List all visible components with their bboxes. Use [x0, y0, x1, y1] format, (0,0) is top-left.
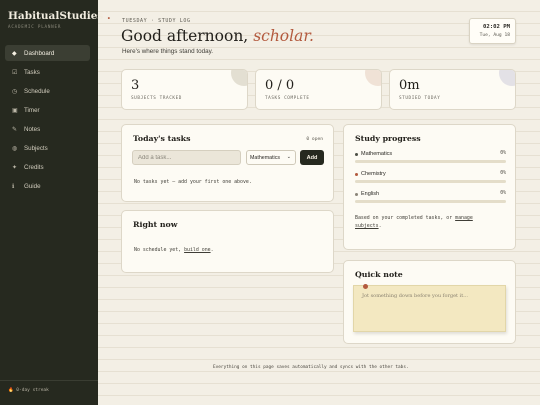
tasks-card-title: Today's tasks: [133, 134, 191, 143]
subject-select[interactable]: Mathematics ⌄: [246, 150, 296, 165]
progress-track: [355, 180, 506, 183]
tasks-empty-state: No tasks yet — add your first one above.: [134, 179, 252, 185]
subject-name: Mathematics: [361, 151, 393, 157]
stat-value: 3: [131, 78, 140, 93]
progress-subject: English: [355, 191, 379, 197]
sticky-note-input[interactable]: Jot something down before you forget it.…: [353, 284, 506, 332]
progress-percent: 0%: [500, 171, 506, 176]
sidebar-item-label: Timer: [24, 106, 40, 114]
manage-subjects-link-2[interactable]: subjects: [355, 223, 379, 229]
sidebar-item-label: Credits: [24, 163, 44, 171]
info-icon: ℹ: [12, 183, 15, 190]
progress-percent: 0%: [500, 151, 506, 156]
stat-card-subjects: 3 SUBJECTS TRACKED: [121, 69, 248, 110]
study-progress-title: Study progress: [355, 134, 421, 143]
sidebar-item-schedule[interactable]: ◷ Schedule: [5, 83, 90, 99]
sidebar-item-tasks[interactable]: ☑ Tasks: [5, 64, 90, 80]
sidebar: HabitualStudies . ACADEMIC PLANNER ◆ Dash…: [0, 0, 111, 405]
subject-color-dot: [355, 192, 358, 196]
sidebar-item-label: Guide: [24, 182, 41, 190]
sidebar-item-timer[interactable]: ▣ Timer: [5, 102, 90, 118]
brand-logo[interactable]: HabitualStudies .: [8, 10, 111, 22]
tasks-icon: ☑: [12, 69, 18, 76]
chevron-down-icon: ⌄: [286, 154, 291, 160]
brand-name: HabitualStudies: [8, 10, 104, 22]
progress-track: [355, 200, 506, 203]
tasks-card: Today's tasks 0 open Mathematics ⌄ Add N…: [121, 124, 334, 202]
sidebar-item-guide[interactable]: ℹ Guide: [5, 178, 90, 194]
subjects-icon: ◍: [12, 145, 18, 152]
star-icon: ✦: [12, 164, 18, 171]
manage-subjects-link[interactable]: manage: [455, 215, 473, 221]
pin-icon: [363, 284, 368, 289]
open-count: 0 open: [306, 137, 323, 142]
quick-note-title: Quick note: [355, 270, 403, 279]
sidebar-item-label: Tasks: [24, 68, 40, 76]
stat-card-studied: 0m STUDIED TODAY: [389, 69, 516, 110]
stat-value: 0m: [399, 78, 420, 93]
clock-time: 02:02 PM: [483, 24, 510, 30]
sticky-note-placeholder: Jot something down before you forget it.…: [362, 293, 469, 299]
sidebar-item-subjects[interactable]: ◍ Subjects: [5, 140, 90, 156]
subject-name: Chemistry: [361, 171, 386, 177]
right-now-card: Right now No schedule yet, build one.: [121, 210, 334, 273]
stat-card-tasks: 0 / 0 TASKS COMPLETE: [255, 69, 382, 110]
progress-subject: Chemistry: [355, 171, 386, 177]
clock-icon: ◷: [12, 88, 18, 95]
clock-widget: 02:02 PM Tue, Aug 18: [469, 18, 516, 44]
subject-name: English: [361, 191, 380, 197]
dashboard-icon: ◆: [12, 50, 17, 57]
progress-note-text: Based on your completed tasks, or: [355, 215, 453, 221]
stat-decoration: [365, 70, 381, 86]
sidebar-divider: [0, 380, 98, 381]
schedule-empty-state: No schedule yet, build one.: [134, 247, 214, 253]
stat-label: TASKS COMPLETE: [265, 96, 310, 101]
greeting-prefix: Good afternoon,: [121, 27, 249, 45]
progress-track: [355, 160, 506, 163]
task-input[interactable]: [132, 150, 241, 165]
stat-label: STUDIED TODAY: [399, 96, 441, 101]
streak-indicator: 🔥 0-day streak: [8, 388, 49, 393]
sidebar-item-label: Notes: [24, 125, 41, 133]
sidebar-item-notes[interactable]: ✎ Notes: [5, 121, 90, 137]
stat-value: 0 / 0: [265, 78, 295, 93]
quick-note-card: Quick note Jot something down before you…: [343, 260, 516, 344]
sidebar-item-label: Subjects: [24, 144, 48, 152]
progress-subject: Mathematics: [355, 151, 392, 157]
stat-label: SUBJECTS TRACKED: [131, 96, 182, 101]
timer-icon: ▣: [12, 107, 18, 114]
pencil-icon: ✎: [12, 126, 18, 133]
stat-decoration: [499, 70, 515, 86]
sidebar-item-credits[interactable]: ✦ Credits: [5, 159, 90, 175]
clock-date: Tue, Aug 18: [479, 33, 510, 38]
brand-dot: .: [106, 10, 111, 22]
sidebar-item-dashboard[interactable]: ◆ Dashboard: [5, 45, 90, 61]
autosave-note: Everything on this page saves automatica…: [213, 365, 409, 370]
schedule-empty-suffix: .: [210, 247, 214, 253]
progress-percent: 0%: [500, 191, 506, 196]
greeting-name: scholar.: [253, 27, 314, 45]
subject-select-value: Mathematics: [250, 154, 281, 161]
stat-decoration: [231, 70, 247, 86]
sidebar-nav: ◆ Dashboard ☑ Tasks ◷ Schedule ▣ Timer ✎ Notes ◍ Su…: [5, 45, 90, 197]
sidebar-item-label: Dashboard: [24, 49, 55, 57]
right-now-title: Right now: [133, 220, 178, 229]
study-progress-card: Study progress Mathematics 0% Chemistry 0% E…: [343, 124, 516, 250]
build-schedule-link[interactable]: build one: [184, 247, 211, 253]
page-title: Good afternoon, scholar.: [121, 27, 314, 45]
brand-tagline: ACADEMIC PLANNER: [8, 24, 62, 29]
progress-note-end: .: [378, 223, 382, 229]
schedule-empty-text: No schedule yet,: [134, 247, 182, 253]
subject-color-dot: [355, 152, 358, 156]
day-eyebrow: TUESDAY · STUDY LOG: [122, 18, 191, 24]
add-task-button[interactable]: Add: [300, 150, 324, 165]
page-subtitle: Here's where things stand today.: [122, 48, 214, 55]
progress-note: Based on your completed tasks, or manage…: [355, 214, 473, 230]
sidebar-item-label: Schedule: [24, 87, 50, 95]
subject-color-dot: [355, 172, 358, 176]
